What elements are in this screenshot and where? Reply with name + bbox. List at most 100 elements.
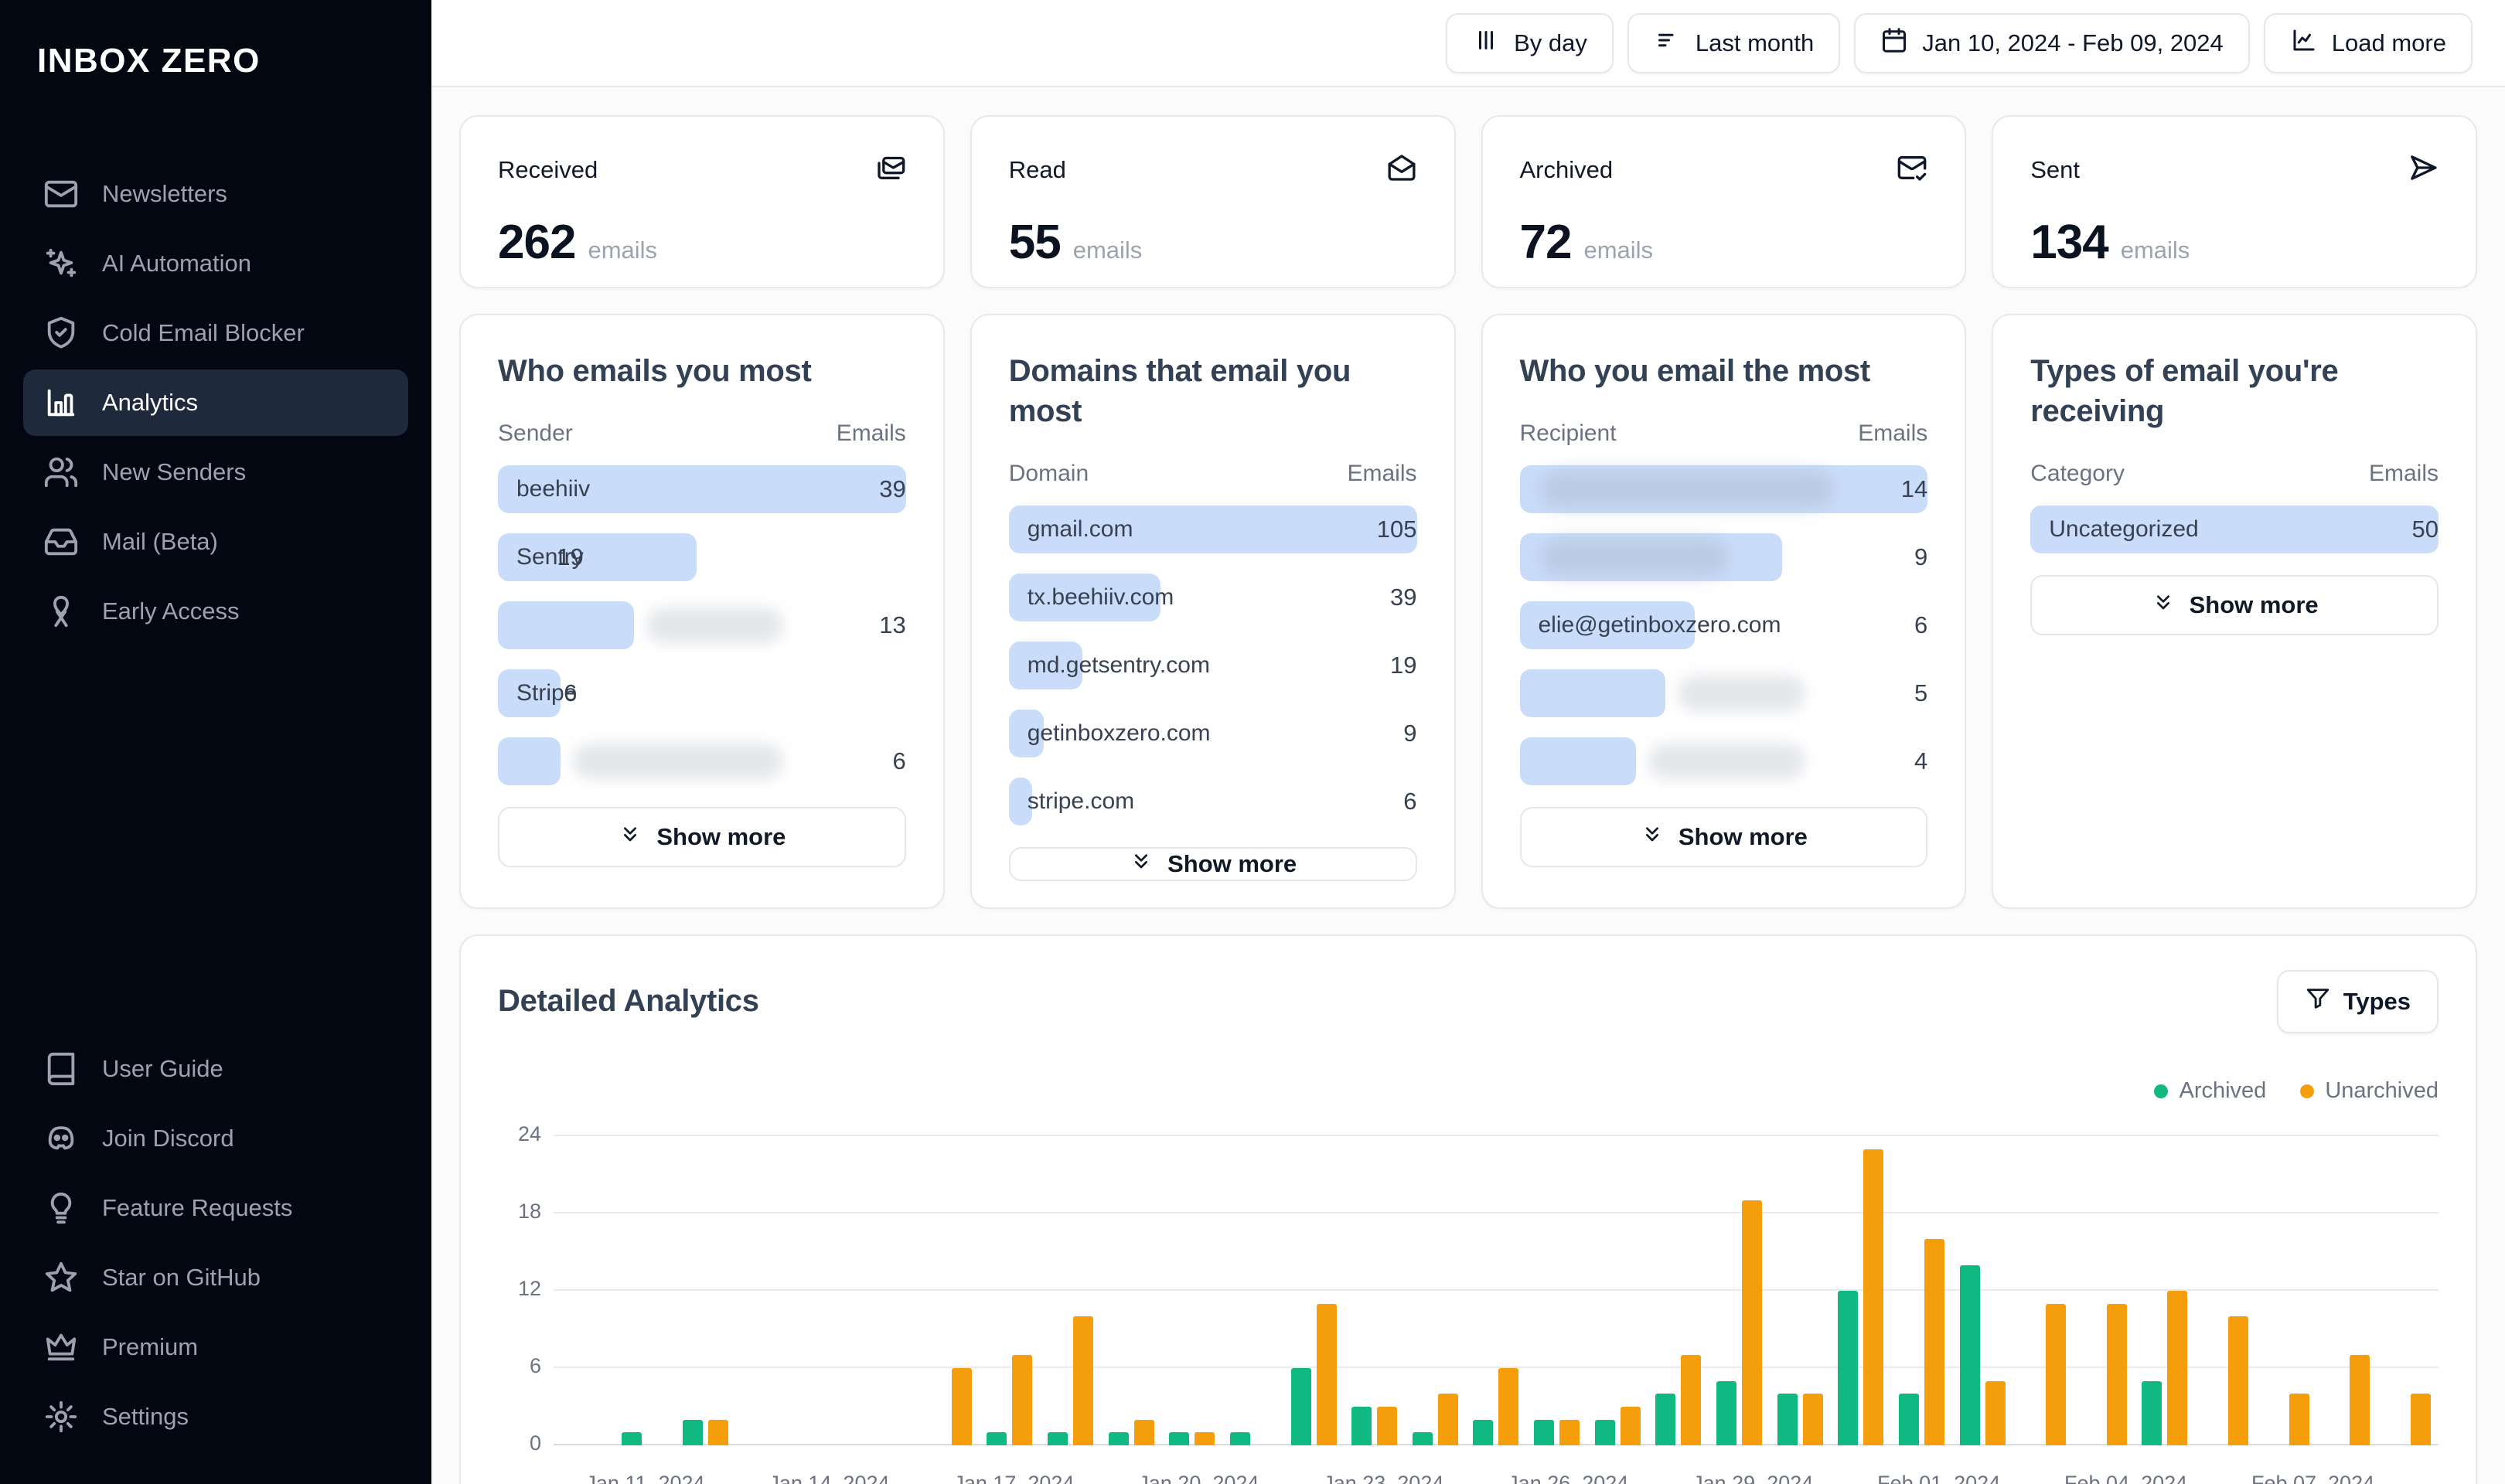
users-icon xyxy=(43,454,79,490)
sidebar-item-label: Cold Email Blocker xyxy=(102,319,305,346)
bar-unarchived xyxy=(2289,1394,2309,1445)
sidebar-item-premium[interactable]: Premium xyxy=(23,1314,408,1380)
x-axis-tick-label: Jan 26, 2024 xyxy=(1508,1472,1629,1484)
sidebar-item-label: Early Access xyxy=(102,597,240,625)
sidebar-item-label: AI Automation xyxy=(102,250,252,277)
topbar: By day Last month Jan 10, 2024 - Feb 09, 2… xyxy=(431,0,2505,87)
column-header: Category xyxy=(2030,461,2125,486)
calendar-icon xyxy=(1880,26,1908,60)
sidebar-item-star-on-github[interactable]: Star on GitHub xyxy=(23,1244,408,1311)
table-row: tx.beehiiv.com 39 xyxy=(1008,574,1417,621)
bar-unarchived xyxy=(2411,1394,2432,1445)
detailed-analytics-header: Detailed Analytics Types xyxy=(498,970,2439,1033)
row-value: 5 xyxy=(1914,679,1928,706)
bar-group-jan-10-2024 xyxy=(554,1136,615,1445)
jan-10-2024-feb-09-2024-button[interactable]: Jan 10, 2024 - Feb 09, 2024 xyxy=(1854,12,2250,73)
stat-value: 72 xyxy=(1519,216,1573,269)
bar-group-jan-25-2024 xyxy=(1466,1136,1527,1445)
stat-value: 262 xyxy=(498,216,576,269)
sidebar-item-ai-automation[interactable]: AI Automation xyxy=(23,230,408,297)
types-filter-button[interactable]: Types xyxy=(2276,970,2439,1033)
row-value: 9 xyxy=(1403,720,1417,747)
redacted-text xyxy=(646,608,784,643)
bar-group-feb-09-2024 xyxy=(2377,1136,2439,1445)
sidebar-item-newsletters[interactable]: Newsletters xyxy=(23,161,408,227)
bar-unarchived xyxy=(2228,1316,2249,1445)
bar-unarchived xyxy=(1377,1407,1398,1445)
sidebar-item-new-senders[interactable]: New Senders xyxy=(23,439,408,505)
sidebar-footer-nav: User Guide Join Discord Feature Requests St… xyxy=(23,1036,408,1450)
row-value: 4 xyxy=(1914,747,1928,774)
sidebar-item-analytics[interactable]: Analytics xyxy=(23,369,408,436)
value-bar xyxy=(1519,737,1637,785)
bar-group-jan-27-2024 xyxy=(1587,1136,1648,1445)
chart-legend: Archived Unarchived xyxy=(498,1078,2439,1104)
bar-group-jan-26-2024 xyxy=(1526,1136,1587,1445)
show-more-button[interactable]: Show more xyxy=(2030,575,2439,635)
mail-open-icon xyxy=(1386,152,1417,187)
sidebar-item-settings[interactable]: Settings xyxy=(23,1384,408,1450)
x-axis-tick-label: Jan 11, 2024 xyxy=(585,1472,705,1484)
bar-archived xyxy=(1047,1432,1068,1445)
bar-archived xyxy=(1777,1394,1798,1445)
sidebar-item-early-access[interactable]: Early Access xyxy=(23,578,408,645)
sidebar-item-feature-requests[interactable]: Feature Requests xyxy=(23,1175,408,1241)
stat-unit: emails xyxy=(1583,237,1654,264)
table-row: elie@getinboxzero.com 6 xyxy=(1519,601,1928,649)
bar-group-jan-21-2024 xyxy=(1222,1136,1283,1445)
sidebar: INBOX ZERO Newsletters AI Automation Cold … xyxy=(0,0,431,1484)
chevrons-down-icon xyxy=(618,822,642,853)
x-axis-tick-label xyxy=(1259,1472,1290,1484)
show-more-label: Show more xyxy=(656,823,786,850)
sidebar-item-label: New Senders xyxy=(102,458,247,485)
table-row: gmail.com 105 xyxy=(1008,505,1417,553)
star-icon xyxy=(43,1260,79,1295)
row-value: 19 xyxy=(557,543,584,570)
show-more-button[interactable]: Show more xyxy=(1008,847,1417,881)
x-axis-tick-label: Feb 01, 2024 xyxy=(1877,1472,2001,1484)
mail-icon xyxy=(43,176,79,212)
panel-title: Who emails you most xyxy=(498,354,812,388)
redacted-text xyxy=(1677,676,1805,711)
bar-group-feb-02-2024 xyxy=(1952,1136,2013,1445)
sidebar-item-label: Feature Requests xyxy=(102,1194,293,1221)
row-value: 13 xyxy=(879,611,906,638)
row-value: 6 xyxy=(1914,611,1928,638)
stat-value: 55 xyxy=(1008,216,1062,269)
x-axis-tick-label: Jan 14, 2024 xyxy=(769,1472,890,1484)
bar-archived xyxy=(1655,1394,1676,1445)
x-axis-tick-label xyxy=(1813,1472,1845,1484)
bar-archived xyxy=(622,1432,642,1445)
show-more-button[interactable]: Show more xyxy=(1519,807,1928,867)
last-month-button[interactable]: Last month xyxy=(1627,12,1841,73)
sidebar-item-join-discord[interactable]: Join Discord xyxy=(23,1105,408,1172)
chevrons-down-icon xyxy=(1129,849,1154,880)
x-axis-tick-label xyxy=(1443,1472,1475,1484)
x-axis-tick-label xyxy=(2407,1472,2439,1484)
sparkles-icon xyxy=(43,246,79,281)
app-logo: INBOX ZERO xyxy=(37,42,261,80)
main-content: Received 262 emails Read 55 emails Archived 72 e… xyxy=(431,89,2505,1484)
sidebar-item-cold-email-blocker[interactable]: Cold Email Blocker xyxy=(23,300,408,366)
by-day-button[interactable]: By day xyxy=(1446,12,1614,73)
bar-group-feb-07-2024 xyxy=(2256,1136,2317,1445)
table-row: 14 xyxy=(1519,465,1928,513)
sidebar-item-user-guide[interactable]: User Guide xyxy=(23,1036,408,1102)
chevrons-down-icon xyxy=(1640,822,1665,853)
table-row: stripe.com 6 xyxy=(1008,778,1417,825)
row-value: 39 xyxy=(879,475,906,502)
y-axis-tick-label: 12 xyxy=(517,1277,541,1300)
table-row: 6 xyxy=(498,737,906,785)
x-axis-tick-label xyxy=(2033,1472,2064,1484)
sidebar-item-mail-beta[interactable]: Mail (Beta) xyxy=(23,509,408,575)
bar-group-jan-28-2024 xyxy=(1648,1136,1709,1445)
bar-unarchived xyxy=(1802,1394,1823,1445)
sidebar-item-label: Join Discord xyxy=(102,1125,234,1152)
bar-archived xyxy=(1959,1264,1980,1445)
load-more-button[interactable]: Load more xyxy=(2263,12,2473,73)
value-bar xyxy=(498,737,561,785)
columns-icon xyxy=(1472,26,1500,60)
bar-group-jan-16-2024 xyxy=(918,1136,980,1445)
show-more-button[interactable]: Show more xyxy=(498,807,906,867)
table-row: 13 xyxy=(498,601,906,649)
